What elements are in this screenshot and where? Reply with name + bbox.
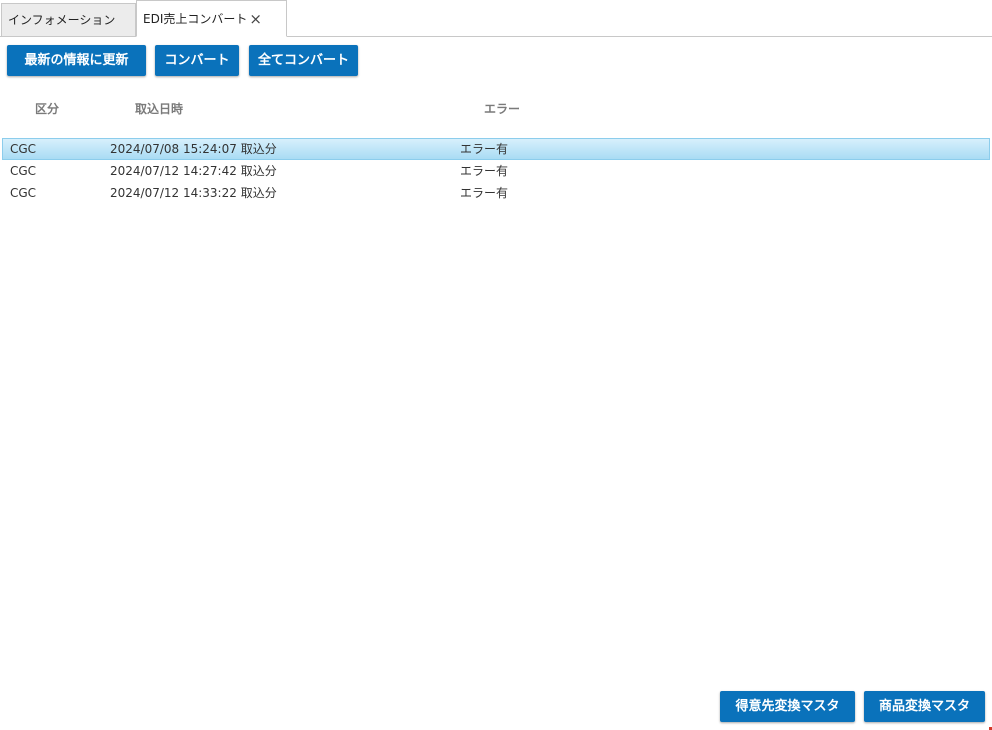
column-header-kubun[interactable]: 区分 bbox=[35, 100, 59, 118]
column-header-import-datetime[interactable]: 取込日時 bbox=[135, 100, 183, 118]
convert-all-button[interactable]: 全てコンバート bbox=[249, 45, 358, 76]
cell-import-datetime: 2024/07/08 15:24:07 取込分 bbox=[110, 142, 277, 156]
convert-button[interactable]: コンバート bbox=[155, 45, 239, 76]
cell-kubun: CGC bbox=[10, 142, 37, 156]
cell-error: エラー有 bbox=[460, 142, 509, 156]
cell-error: エラー有 bbox=[460, 164, 509, 178]
table-row[interactable]: CGC 2024/07/08 15:24:07 取込分 エラー有 bbox=[2, 138, 990, 160]
tab-edi-sales-convert-label: EDI売上コンバート bbox=[143, 12, 248, 26]
tab-edi-sales-convert[interactable]: EDI売上コンバート × bbox=[136, 0, 287, 37]
table-row[interactable]: CGC 2024/07/12 14:27:42 取込分 エラー有 bbox=[2, 160, 990, 182]
tab-information[interactable]: インフォメーション bbox=[1, 3, 136, 37]
import-list: CGC 2024/07/08 15:24:07 取込分 エラー有 CGC 202… bbox=[2, 138, 990, 204]
column-header-error[interactable]: エラー bbox=[484, 100, 520, 118]
close-icon[interactable]: × bbox=[249, 1, 262, 37]
refresh-button[interactable]: 最新の情報に更新 bbox=[7, 45, 146, 76]
cell-import-datetime: 2024/07/12 14:33:22 取込分 bbox=[110, 186, 277, 200]
product-conversion-master-button[interactable]: 商品変換マスタ bbox=[864, 691, 985, 722]
cell-error: エラー有 bbox=[460, 186, 509, 200]
table-row[interactable]: CGC 2024/07/12 14:33:22 取込分 エラー有 bbox=[2, 182, 990, 204]
customer-conversion-master-button[interactable]: 得意先変換マスタ bbox=[720, 691, 855, 722]
cell-kubun: CGC bbox=[10, 164, 37, 178]
tab-information-label: インフォメーション bbox=[8, 13, 116, 27]
cell-import-datetime: 2024/07/12 14:27:42 取込分 bbox=[110, 164, 277, 178]
cell-kubun: CGC bbox=[10, 186, 37, 200]
tab-bar: インフォメーション EDI売上コンバート × bbox=[0, 0, 992, 37]
